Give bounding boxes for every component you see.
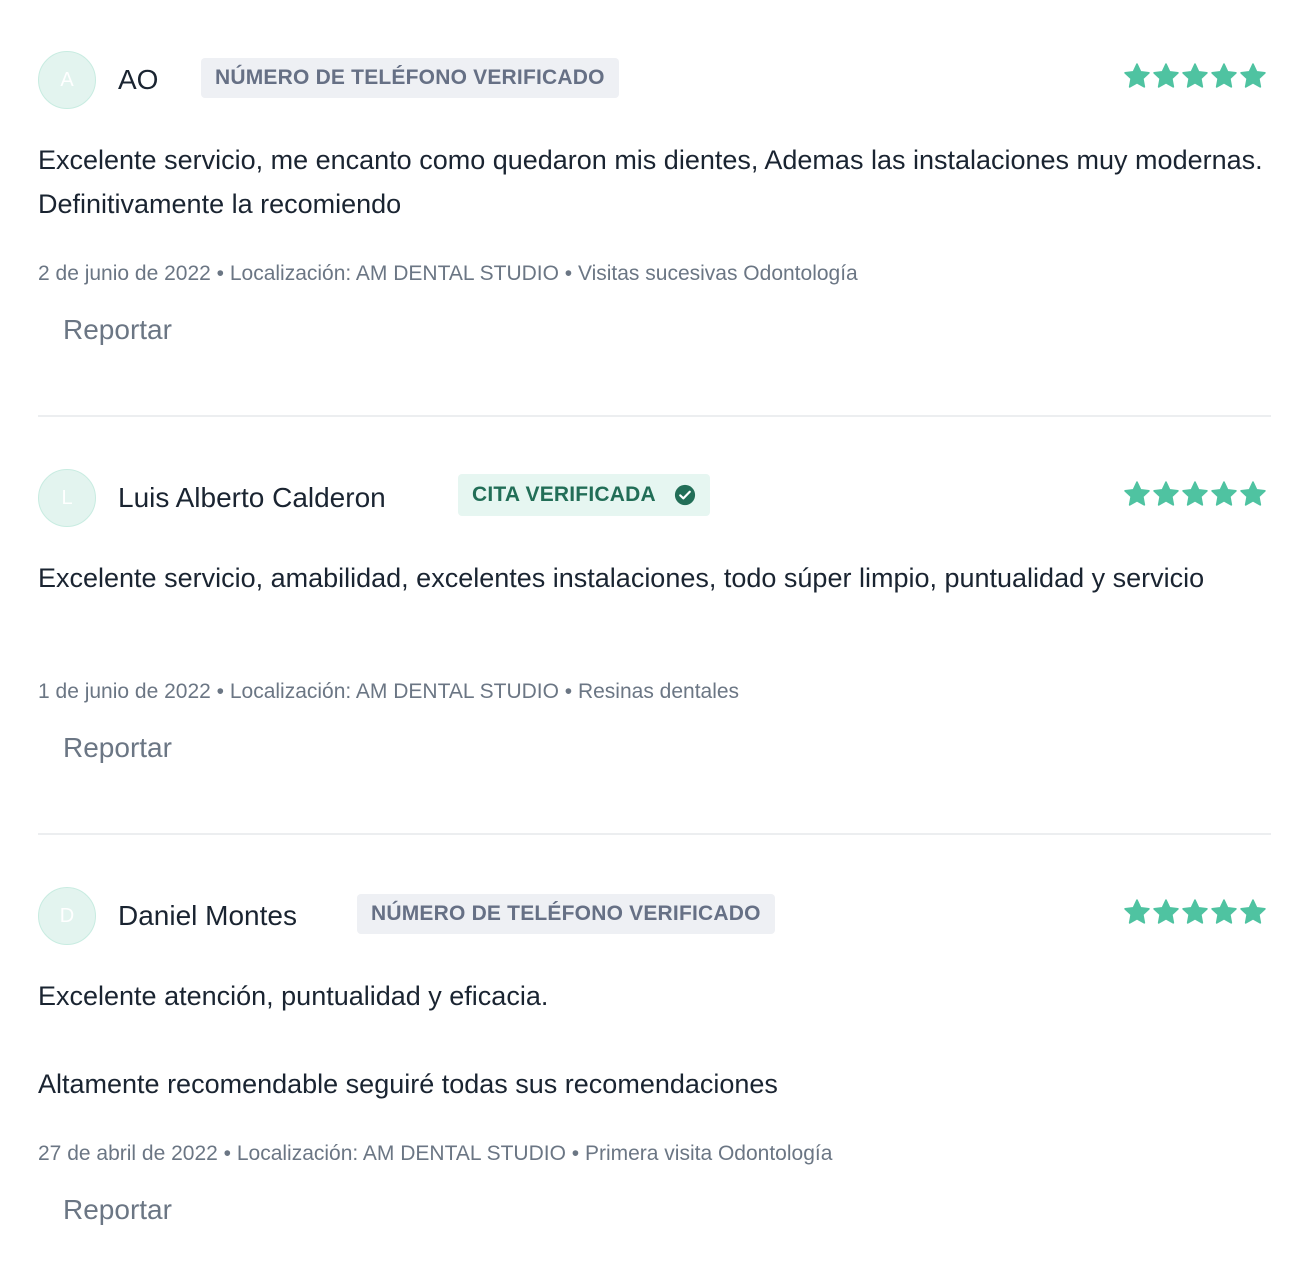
star-icon xyxy=(1211,63,1237,88)
star-icon xyxy=(1211,899,1237,924)
avatar-initial: L xyxy=(61,486,73,509)
review-meta: 2 de junio de 2022 • Localización: AM DE… xyxy=(38,262,858,285)
star-icon xyxy=(1240,899,1266,924)
badge-label: NÚMERO DE TELÉFONO VERIFICADO xyxy=(215,66,605,89)
star-icon xyxy=(1153,481,1179,506)
divider xyxy=(38,833,1271,835)
star-icon xyxy=(1240,63,1266,88)
avatar-initial: D xyxy=(59,904,75,927)
star-icon xyxy=(1124,63,1150,88)
review-text: Excelente servicio, me encanto como qued… xyxy=(38,145,1263,219)
review-text: Excelente servicio, amabilidad, excelent… xyxy=(38,563,1205,593)
star-icon xyxy=(1182,63,1208,88)
report-link[interactable]: Reportar xyxy=(63,732,172,764)
report-link[interactable]: Reportar xyxy=(63,314,172,346)
star-icon xyxy=(1153,63,1179,88)
badge-label: CITA VERIFICADA xyxy=(472,483,656,506)
star-icon xyxy=(1182,899,1208,924)
avatar: D xyxy=(38,887,96,945)
star-icon xyxy=(1124,481,1150,506)
star-icon xyxy=(1124,899,1150,924)
review-card: D Daniel Montes NÚMERO DE TELÉFONO VERIF… xyxy=(38,836,1271,1276)
review-card: A AO NÚMERO DE TELÉFONO VERIFICADO Excel… xyxy=(38,0,1271,400)
reviewer-name: Daniel Montes xyxy=(118,900,297,931)
star-icon xyxy=(1211,481,1237,506)
star-rating xyxy=(1123,898,1267,926)
star-rating xyxy=(1123,62,1267,90)
report-link[interactable]: Reportar xyxy=(63,1194,172,1226)
star-icon xyxy=(1153,899,1179,924)
star-icon xyxy=(1240,481,1266,506)
star-rating xyxy=(1123,480,1267,508)
reviewer-name: Luis Alberto Calderon xyxy=(118,482,386,513)
divider xyxy=(38,415,1271,417)
review-meta: 27 de abril de 2022 • Localización: AM D… xyxy=(38,1142,833,1165)
reviewer-name: AO xyxy=(118,64,159,95)
star-icon xyxy=(1182,481,1208,506)
review-card: L Luis Alberto Calderon CITA VERIFICADA … xyxy=(38,418,1271,818)
review-text: Excelente atención, puntualidad y eficac… xyxy=(38,981,549,1011)
badge-label: NÚMERO DE TELÉFONO VERIFICADO xyxy=(371,902,761,925)
avatar: L xyxy=(38,469,96,527)
avatar-initial: A xyxy=(60,68,74,91)
verified-phone-badge: NÚMERO DE TELÉFONO VERIFICADO xyxy=(201,58,619,98)
verified-appointment-badge: CITA VERIFICADA xyxy=(458,474,710,516)
verified-phone-badge: NÚMERO DE TELÉFONO VERIFICADO xyxy=(357,894,775,934)
review-meta: 1 de junio de 2022 • Localización: AM DE… xyxy=(38,680,740,703)
review-text-paragraph-2: Altamente recomendable seguiré todas sus… xyxy=(38,1069,778,1099)
check-circle-icon xyxy=(674,484,695,506)
avatar: A xyxy=(38,51,96,109)
